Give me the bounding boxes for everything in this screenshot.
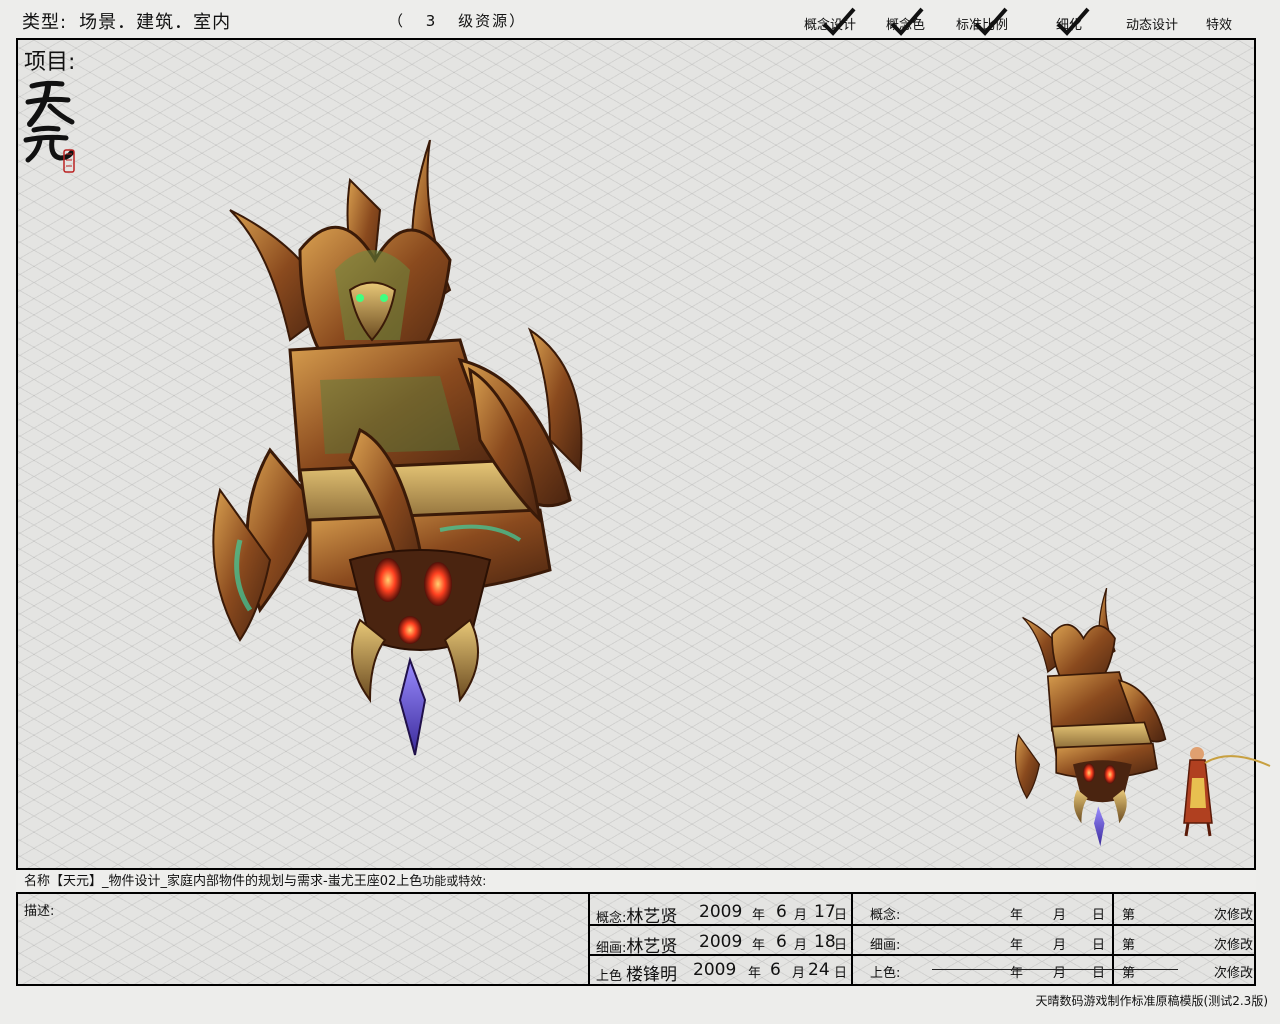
review-year-unit: 年 <box>1010 908 1024 923</box>
stage-effects: 特效 <box>1206 14 1232 33</box>
credit-row: 上色 楼锋明 <box>596 960 677 985</box>
check-icon <box>822 7 856 36</box>
review-year-unit: 年 <box>1010 966 1024 981</box>
stage-label: 动态设计 <box>1126 18 1179 33</box>
stage-standard-ratio: 标准比例 <box>956 7 1008 36</box>
asset-name: 名称【天元】_物件设计_家庭内部物件的规划与需求-蚩尤王座02上色 <box>24 874 423 889</box>
revision-prefix: 第 <box>1122 908 1136 923</box>
character-figure <box>1183 747 1271 837</box>
row-day-unit: 日 <box>834 938 848 953</box>
feature-label: 功能或特效: <box>422 874 487 888</box>
row-person: 林艺贤 <box>626 937 678 957</box>
type-label: 类型: 场景．建筑．室内 <box>22 8 231 34</box>
row-year: 2009 <box>693 960 737 980</box>
row-person: 林艺贤 <box>626 907 678 927</box>
review-month-unit: 月 <box>1053 938 1067 953</box>
tianyuan-logo <box>20 72 80 182</box>
row-year-unit: 年 <box>752 938 766 953</box>
review-stage: 上色: <box>870 966 901 981</box>
revision-prefix: 第 <box>1122 966 1136 981</box>
row-year-unit: 年 <box>748 966 762 981</box>
review-month-unit: 月 <box>1053 966 1067 981</box>
check-icon <box>974 7 1008 36</box>
row-month: 6 <box>770 960 781 980</box>
row-day: 24 <box>808 960 830 980</box>
check-icon <box>890 7 924 36</box>
throne-icon <box>212 140 583 756</box>
review-stage: 概念: <box>870 908 901 923</box>
divider <box>588 894 590 986</box>
review-day-unit: 日 <box>1092 966 1106 981</box>
revision-prefix: 第 <box>1122 938 1136 953</box>
row-day-unit: 日 <box>834 908 848 923</box>
review-month-unit: 月 <box>1053 908 1067 923</box>
review-stage: 细画: <box>870 938 901 953</box>
row-month: 6 <box>776 902 787 922</box>
grade-number: 3 <box>425 12 438 30</box>
stage-concept-color: 概念色 <box>886 7 925 36</box>
credit-row: 细画:林艺贤 <box>596 932 677 957</box>
divider <box>851 894 853 986</box>
row-stage: 上色 <box>596 969 623 984</box>
review-day-unit: 日 <box>1092 908 1106 923</box>
stage-refine: 细化 <box>1056 7 1090 36</box>
type-key: 类型: <box>22 12 68 33</box>
resource-grade: （ 3 级资源） <box>388 10 526 31</box>
stage-motion-design: 动态设计 <box>1126 14 1178 33</box>
row-year: 2009 <box>699 902 743 922</box>
row-stage: 概念: <box>596 911 627 926</box>
row-year-unit: 年 <box>752 908 766 923</box>
revision-suffix: 次修改 <box>1214 966 1254 981</box>
name-bar: 名称【天元】_物件设计_家庭内部物件的规划与需求-蚩尤王座02上色功能或特效: <box>16 868 1256 894</box>
row-divider <box>588 924 1256 926</box>
row-divider <box>588 954 1256 956</box>
row-stage: 细画: <box>596 941 627 956</box>
row-day-unit: 日 <box>834 966 848 981</box>
grade-label: 级资源） <box>458 12 527 30</box>
grade-open: （ <box>388 12 406 30</box>
revision-suffix: 次修改 <box>1214 908 1254 923</box>
row-month: 6 <box>776 932 787 952</box>
template-footer: 天晴数码游戏制作标准原稿模版(测试2.3版) <box>1035 994 1268 1008</box>
row-month-unit: 月 <box>792 966 806 981</box>
row-month-unit: 月 <box>794 908 808 923</box>
row-month-unit: 月 <box>794 938 808 953</box>
row-day: 18 <box>814 932 836 952</box>
credit-row: 概念:林艺贤 <box>596 902 677 927</box>
throne-with-character-icon <box>1014 588 1271 847</box>
revision-suffix: 次修改 <box>1214 938 1254 953</box>
review-day-unit: 日 <box>1092 938 1106 953</box>
type-value: 场景．建筑．室内 <box>79 12 232 33</box>
description-label: 描述: <box>24 904 55 919</box>
check-icon <box>1056 7 1090 36</box>
row-year: 2009 <box>699 932 743 952</box>
stage-label: 特效 <box>1206 18 1233 33</box>
divider <box>1112 894 1114 986</box>
strike-line <box>932 969 1178 970</box>
row-person: 楼锋明 <box>626 965 678 985</box>
row-day: 17 <box>814 902 836 922</box>
stage-concept-design: 概念设计 <box>804 7 856 36</box>
review-year-unit: 年 <box>1010 938 1024 953</box>
